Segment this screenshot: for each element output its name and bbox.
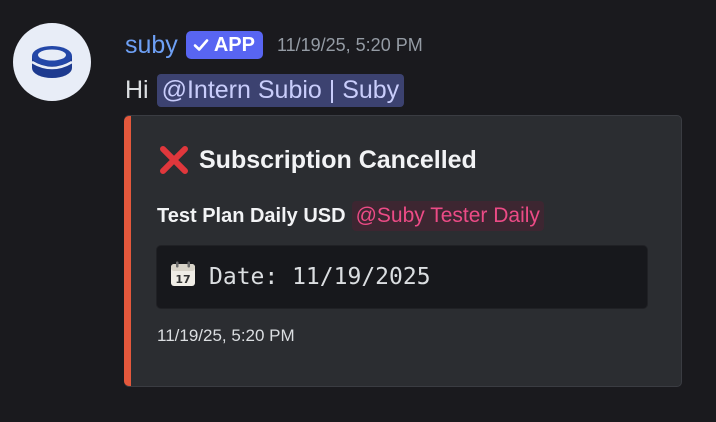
calendar-icon: 17 bbox=[169, 260, 197, 294]
svg-text:17: 17 bbox=[175, 273, 190, 286]
greeting-text: Hi bbox=[125, 75, 149, 104]
checkmark-icon bbox=[193, 39, 209, 51]
avatar[interactable] bbox=[13, 23, 91, 101]
coin-stack-icon bbox=[31, 46, 73, 78]
role-mention[interactable]: @Suby Tester Daily bbox=[351, 201, 544, 231]
plan-name: Test Plan Daily USD bbox=[157, 204, 346, 227]
embed-card: Subscription Cancelled Test Plan Daily U… bbox=[124, 115, 682, 387]
message-timestamp[interactable]: 11/19/25, 5:20 PM bbox=[277, 35, 423, 56]
embed-description: Test Plan Daily USD @Suby Tester Daily bbox=[157, 198, 544, 234]
embed-accent-bar bbox=[124, 116, 131, 386]
app-badge: APP bbox=[185, 31, 263, 59]
code-text: Date: 11/19/2025 bbox=[209, 264, 431, 290]
message-header: suby APP 11/19/25, 5:20 PM bbox=[125, 28, 423, 62]
cross-mark-icon bbox=[160, 146, 188, 174]
chat-message: suby APP 11/19/25, 5:20 PM Hi @Intern Su… bbox=[0, 0, 716, 422]
embed-title: Subscription Cancelled bbox=[157, 142, 477, 178]
embed-footer-timestamp: 11/19/25, 5:20 PM bbox=[157, 326, 295, 345]
author-username[interactable]: suby bbox=[125, 31, 178, 60]
embed-title-text: Subscription Cancelled bbox=[199, 145, 477, 174]
code-block: 17 Date: 11/19/2025 bbox=[156, 245, 648, 309]
message-content: Hi @Intern Subio | Suby bbox=[125, 70, 405, 110]
app-badge-label: APP bbox=[213, 33, 255, 56]
user-mention[interactable]: @Intern Subio | Suby bbox=[156, 73, 405, 107]
